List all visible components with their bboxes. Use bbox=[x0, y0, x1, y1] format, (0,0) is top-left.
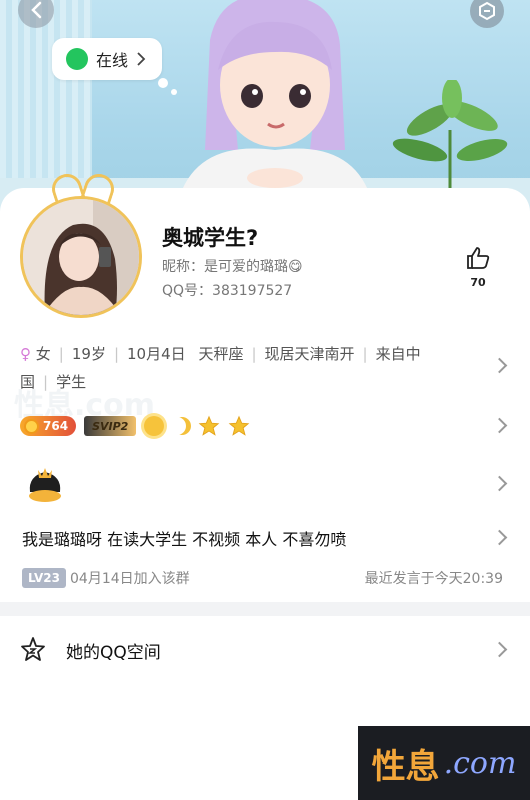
chevron-right-icon[interactable] bbox=[494, 418, 504, 434]
avatar-3d-figure bbox=[180, 0, 370, 195]
avatar bbox=[20, 196, 142, 318]
chevron-right-icon[interactable] bbox=[494, 358, 504, 374]
avatar-frame[interactable] bbox=[20, 170, 142, 318]
svip-badge: SVIP2 bbox=[84, 416, 137, 436]
female-icon: ♀ bbox=[20, 345, 31, 363]
cover-plant bbox=[392, 80, 508, 190]
online-status-bubble[interactable]: 在线 bbox=[52, 38, 163, 80]
personal-signature[interactable]: 我是璐璐呀 在读大学生 不视频 本人 不喜勿喷 bbox=[22, 526, 346, 550]
online-dot-icon bbox=[66, 48, 88, 70]
chevron-right-icon[interactable] bbox=[494, 530, 504, 546]
bubble-tail bbox=[171, 89, 177, 95]
info-zodiac: 天秤座 bbox=[198, 345, 244, 363]
like-button[interactable]: 70 bbox=[463, 246, 493, 289]
more-options-button[interactable] bbox=[470, 0, 504, 28]
qq-level-badge: 764 bbox=[20, 416, 77, 436]
online-status-label: 在线 bbox=[96, 51, 129, 70]
moon-icon bbox=[168, 417, 186, 435]
qq-level-value: 764 bbox=[43, 419, 69, 433]
last-speak-time: 最近发言于今天20:39 bbox=[364, 571, 503, 587]
qzone-label: 她的QQ空间 bbox=[66, 643, 161, 663]
profile-nickname: 奥城学生? bbox=[162, 226, 259, 250]
profile-alias: 昵称：是可爱的璐璐😋 bbox=[162, 259, 303, 275]
chevron-right-icon bbox=[137, 52, 146, 66]
cube-icon bbox=[479, 1, 495, 21]
info-residence: 现居天津南开 bbox=[264, 345, 355, 363]
star-icon bbox=[198, 415, 220, 436]
chevron-right-icon[interactable] bbox=[494, 642, 504, 658]
info-age: 19岁 bbox=[71, 345, 106, 363]
profile-qq-number[interactable]: QQ号：383197527 bbox=[162, 280, 292, 300]
coin-icon bbox=[24, 418, 39, 434]
avatar-photo bbox=[23, 199, 139, 315]
group-level-badge: LV23 bbox=[22, 568, 66, 588]
info-birthday: 10月4日 bbox=[127, 345, 186, 363]
qzone-entry[interactable]: 她的QQ空间 bbox=[0, 616, 530, 682]
star-icon bbox=[228, 415, 250, 436]
qzone-star-icon bbox=[21, 637, 45, 661]
info-gender: 女 bbox=[35, 345, 51, 363]
group-join-date: 04月14日加入该群 bbox=[70, 571, 190, 587]
like-count: 70 bbox=[470, 276, 486, 289]
bubble-tail bbox=[158, 78, 168, 88]
thumbs-up-icon bbox=[467, 247, 490, 269]
watermark-logo: 性息 .com bbox=[358, 726, 530, 800]
chevron-left-icon bbox=[31, 1, 42, 19]
sun-icon bbox=[144, 416, 165, 436]
group-rank-icon[interactable] bbox=[22, 462, 68, 504]
section-divider bbox=[0, 602, 530, 616]
badge-row[interactable]: 764 SVIP2 bbox=[20, 414, 250, 438]
chevron-right-icon[interactable] bbox=[494, 476, 504, 492]
